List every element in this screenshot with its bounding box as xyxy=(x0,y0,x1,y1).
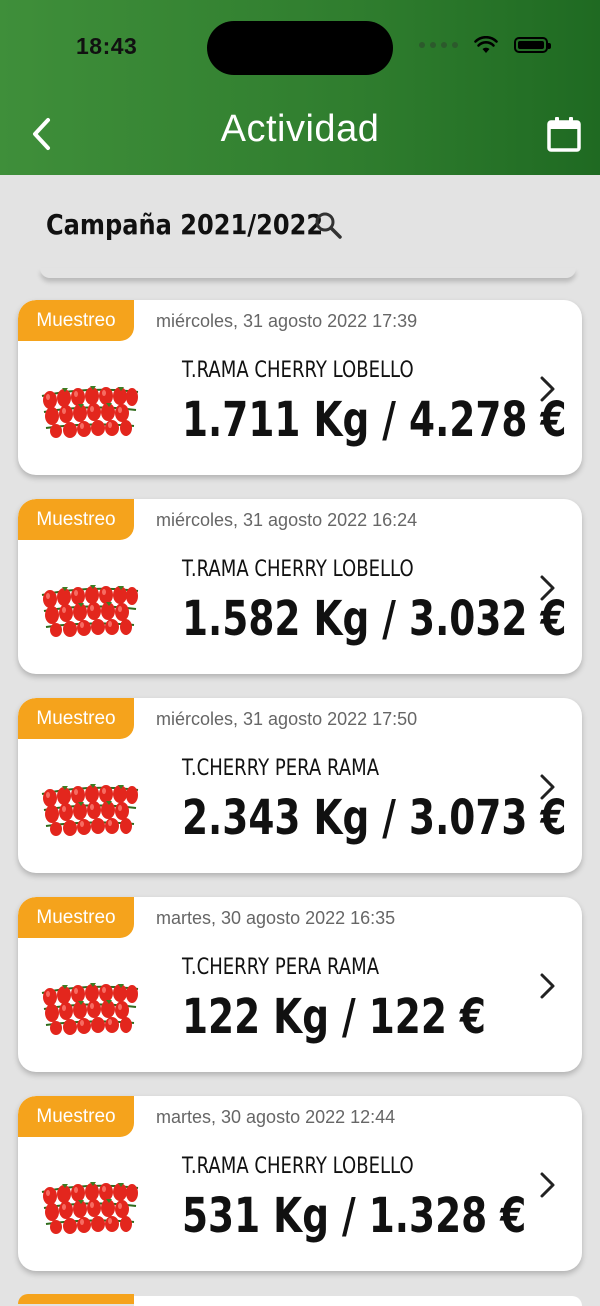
page-title: Actividad xyxy=(220,108,380,150)
amount-total: 1.711 Kg / 4.278 € xyxy=(182,392,567,448)
signal-icon xyxy=(419,42,458,48)
entry-date: martes, 30 agosto 2022 16:35 xyxy=(156,908,396,928)
tomato-thumbnail xyxy=(38,975,142,1037)
chevron-right-icon xyxy=(540,376,555,402)
collapsed-filter-panel xyxy=(40,268,576,278)
status-icons xyxy=(419,36,551,54)
entry-date: miércoles, 31 agosto 2022 17:39 xyxy=(156,311,418,331)
entry-date: miércoles, 31 agosto 2022 17:50 xyxy=(156,709,418,729)
tomato-thumbnail xyxy=(38,776,142,838)
chevron-right-icon xyxy=(540,575,555,601)
campaign-label: Campaña 2021/2022 xyxy=(46,208,324,241)
calendar-icon xyxy=(547,117,581,152)
activity-card[interactable]: Muestreo miércoles, 31 agosto 2022 17:50… xyxy=(18,698,582,873)
camera-notch xyxy=(207,21,393,75)
search-button[interactable] xyxy=(314,211,344,241)
app-header: 18:43 Actividad xyxy=(0,0,600,175)
search-icon xyxy=(315,212,342,239)
entry-date: miércoles, 31 agosto 2022 16:24 xyxy=(156,510,418,530)
status-time: 18:43 xyxy=(76,33,138,59)
type-badge: Muestreo xyxy=(18,499,134,540)
tomato-thumbnail xyxy=(38,577,142,639)
product-name: T.RAMA CHERRY LOBELLO xyxy=(182,358,414,383)
amount-total: 2.343 Kg / 3.073 € xyxy=(182,790,567,846)
tomato-thumbnail xyxy=(38,378,142,440)
amount-total: 531 Kg / 1.328 € xyxy=(182,1188,527,1244)
calendar-button[interactable] xyxy=(546,114,582,154)
type-badge: Muestreo xyxy=(18,897,134,938)
activity-card[interactable]: Muestreo martes, 30 agosto 2022 12:44 T.… xyxy=(18,1096,582,1271)
entry-date: martes, 30 agosto 2022 12:44 xyxy=(156,1107,396,1127)
battery-icon xyxy=(514,37,551,53)
product-name: T.CHERRY PERA RAMA xyxy=(182,756,380,781)
chevron-right-icon xyxy=(540,774,555,800)
wifi-icon xyxy=(474,36,498,53)
product-name: T.RAMA CHERRY LOBELLO xyxy=(182,1154,414,1179)
amount-total: 122 Kg / 122 € xyxy=(182,989,486,1045)
next-card-edge[interactable] xyxy=(134,1296,582,1306)
type-badge: Muestreo xyxy=(18,300,134,341)
activity-card[interactable]: Muestreo miércoles, 31 agosto 2022 16:24… xyxy=(18,499,582,674)
product-name: T.RAMA CHERRY LOBELLO xyxy=(182,557,414,582)
chevron-right-icon xyxy=(540,1172,555,1198)
amount-total: 1.582 Kg / 3.032 € xyxy=(182,591,567,647)
chevron-right-icon xyxy=(540,973,555,999)
product-name: T.CHERRY PERA RAMA xyxy=(182,955,380,980)
tomato-thumbnail xyxy=(38,1174,142,1236)
activity-card[interactable]: Muestreo miércoles, 31 agosto 2022 17:39… xyxy=(18,300,582,475)
type-badge: Muestreo xyxy=(18,1096,134,1137)
type-badge: Muestreo xyxy=(18,698,134,739)
next-card-badge-edge xyxy=(18,1294,134,1304)
activity-card[interactable]: Muestreo martes, 30 agosto 2022 16:35 T.… xyxy=(18,897,582,1072)
